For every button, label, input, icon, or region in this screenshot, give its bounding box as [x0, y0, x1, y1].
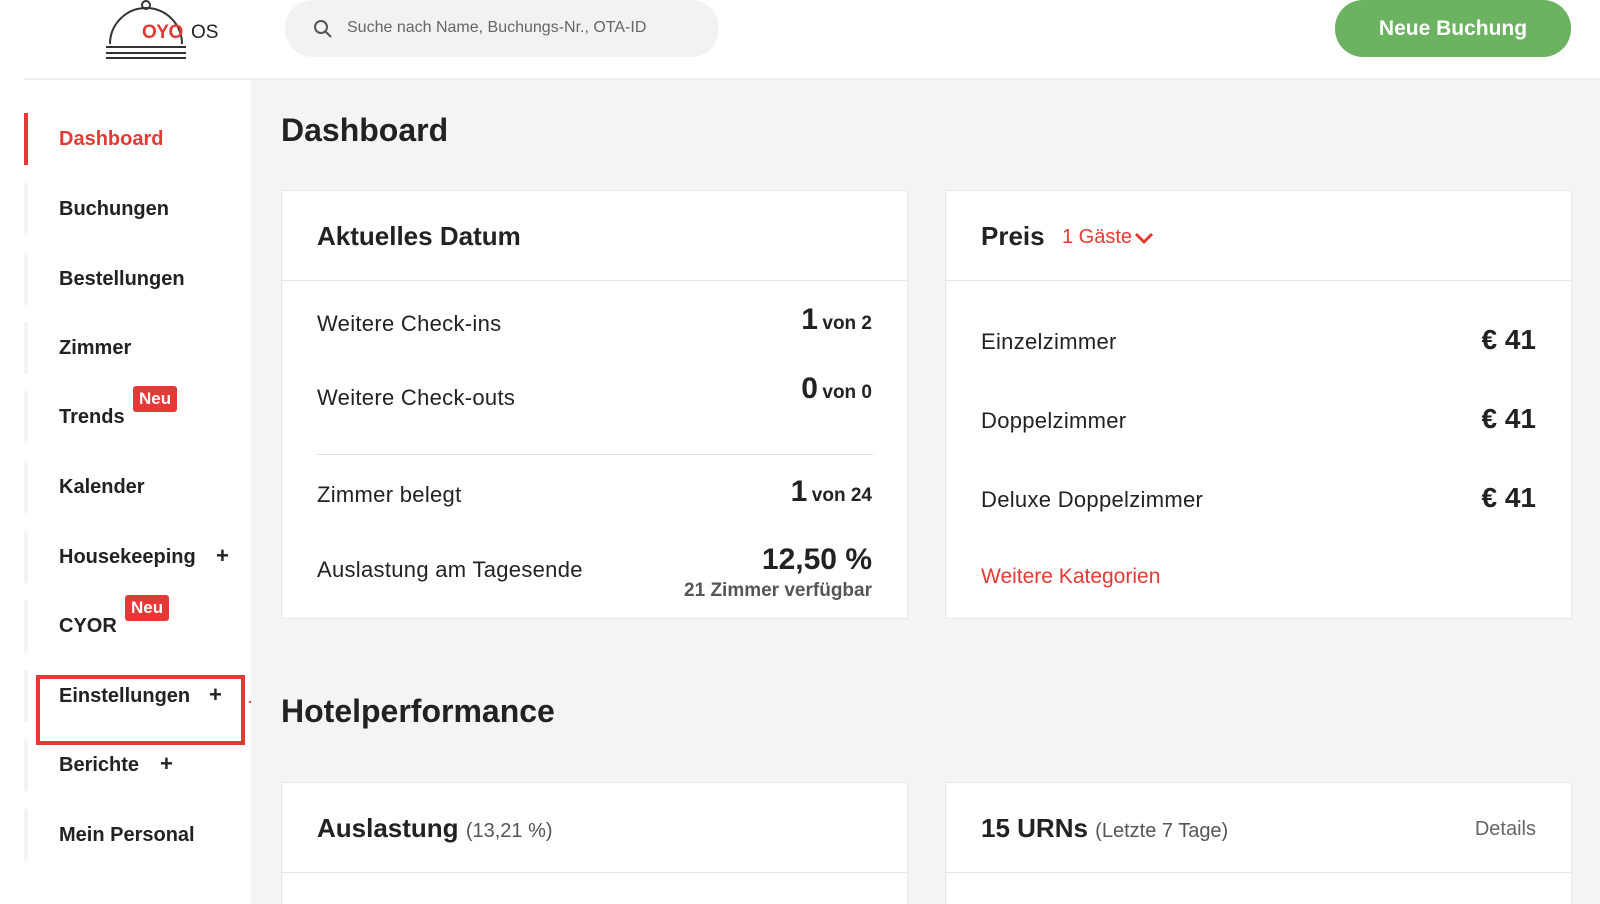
occupancy-percent: (13,21 %) — [465, 820, 553, 842]
price-value: € 41 — [1481, 482, 1537, 513]
price-card: Preis 1 Gäste Einzelzimmer € 41 Doppelzi… — [945, 190, 1572, 619]
rooms-total: von 24 — [811, 485, 872, 506]
checkouts-value: 0 von 0 — [801, 372, 872, 406]
main-content: Dashboard Aktuelles Datum Weitere Check-… — [251, 80, 1600, 904]
sidebar-item-label: Housekeeping — [59, 545, 196, 568]
logo-brand-text: OYO — [142, 22, 183, 43]
sidebar-item-calendar[interactable]: Kalender — [24, 461, 251, 513]
rooms-occupied-count: 1 — [790, 475, 808, 508]
card-title: Aktuelles Datum — [317, 221, 521, 251]
sidebar-item-label: Kalender — [59, 475, 145, 498]
more-categories-link[interactable]: Weitere Kategorien — [981, 565, 1160, 589]
new-badge: Neu — [133, 386, 178, 412]
page-title: Dashboard — [281, 112, 449, 148]
sidebar-item-rooms[interactable]: Zimmer — [24, 322, 251, 374]
checkouts-total: von 0 — [822, 382, 872, 403]
sidebar-item-label: Dashboard — [59, 127, 164, 150]
card-header: Preis 1 Gäste — [946, 191, 1571, 281]
item-indicator — [24, 183, 28, 235]
occupancy-card: Auslastung (13,21 %) — [281, 782, 908, 904]
card-header: Auslastung (13,21 %) — [282, 783, 907, 873]
top-header: OYO OS Neue Buchung — [0, 0, 1600, 80]
card-header: Aktuelles Datum — [282, 191, 907, 281]
price-row-label: Einzelzimmer — [981, 329, 1117, 354]
checkouts-label: Weitere Check-outs — [317, 385, 516, 410]
expand-icon[interactable]: + — [160, 751, 173, 777]
card-divider — [317, 454, 873, 455]
sidebar-item-trends[interactable]: Trends Neu — [24, 386, 251, 443]
rooms-occupied-label: Zimmer belegt — [317, 482, 462, 507]
details-link[interactable]: Details — [1475, 818, 1536, 841]
sidebar-item-cyor[interactable]: CYOR Neu — [24, 595, 251, 652]
sidebar-item-reports[interactable]: Berichte + — [24, 739, 251, 791]
end-of-day-occupancy-value: 12,50 % — [761, 543, 872, 576]
item-indicator — [24, 600, 28, 652]
guest-count-dropdown[interactable]: 1 Gäste — [1062, 226, 1154, 249]
item-indicator — [24, 253, 28, 305]
item-indicator — [24, 809, 28, 861]
new-badge: Neu — [125, 595, 170, 621]
end-of-day-occupancy-label: Auslastung am Tagesende — [317, 557, 583, 582]
sidebar-item-label: Trends — [59, 405, 125, 428]
checkins-label: Weitere Check-ins — [317, 311, 502, 336]
card-title: Preis — [981, 221, 1045, 251]
sidebar-item-label: Bestellungen — [59, 267, 185, 290]
occupancy-title: Auslastung — [317, 813, 459, 843]
sidebar-item-label: Berichte — [59, 753, 140, 776]
sidebar-item-dashboard[interactable]: Dashboard — [24, 113, 251, 165]
card-title: Auslastung (13,21 %) — [317, 813, 553, 844]
section-title: Hotelperformance — [281, 693, 555, 729]
price-value: € 41 — [1481, 403, 1537, 434]
card-title: 15 URNs (Letzte 7 Tage) — [981, 813, 1228, 844]
guest-count-value: 1 Gäste — [1062, 226, 1133, 248]
rooms-available-text: 21 Zimmer verfügbar — [684, 580, 872, 601]
item-indicator — [24, 739, 28, 791]
current-date-card: Aktuelles Datum Weitere Check-ins 1 von … — [281, 190, 908, 619]
oyo-os-logo[interactable]: OYO OS — [104, 0, 224, 62]
item-indicator — [24, 670, 28, 722]
highlight-box — [36, 675, 245, 745]
checkins-count: 1 — [801, 303, 818, 336]
logo-suffix-text: OS — [191, 22, 219, 43]
sidebar-item-label: Mein Personal — [59, 823, 195, 846]
rooms-occupied-value: 1 von 24 — [791, 475, 872, 509]
item-indicator — [24, 531, 28, 583]
search-icon — [314, 20, 332, 38]
chevron-down-icon — [1134, 232, 1154, 244]
checkouts-count: 0 — [801, 372, 818, 405]
sidebar-item-label: CYOR — [59, 614, 117, 637]
sidebar-item-orders[interactable]: Bestellungen — [24, 253, 251, 305]
urn-title: 15 URNs — [981, 813, 1088, 843]
item-indicator — [24, 461, 28, 513]
card-header: 15 URNs (Letzte 7 Tage) Details — [946, 783, 1571, 873]
search-input[interactable] — [347, 16, 707, 40]
urn-card: 15 URNs (Letzte 7 Tage) Details — [945, 782, 1572, 904]
price-row-label: Doppelzimmer — [981, 408, 1127, 433]
active-indicator — [24, 113, 28, 165]
sidebar-item-my-staff[interactable]: Mein Personal — [24, 809, 251, 861]
sidebar-item-label: Buchungen — [59, 197, 169, 220]
item-indicator — [24, 322, 28, 374]
new-booking-button[interactable]: Neue Buchung — [1335, 0, 1571, 57]
search-bar[interactable] — [285, 0, 719, 57]
sidebar-item-label: Zimmer — [59, 336, 132, 359]
sidebar-item-bookings[interactable]: Buchungen — [24, 183, 251, 235]
item-indicator — [24, 391, 28, 443]
sidebar-item-housekeeping[interactable]: Housekeeping + — [24, 531, 251, 583]
sidebar: Dashboard Buchungen Bestellungen Zimmer … — [24, 80, 251, 904]
checkins-total: von 2 — [822, 313, 872, 334]
expand-icon[interactable]: + — [216, 543, 229, 569]
checkins-value: 1 von 2 — [801, 303, 872, 337]
price-value: € 41 — [1481, 324, 1537, 355]
urn-period: (Letzte 7 Tage) — [1095, 820, 1229, 842]
price-row-label: Deluxe Doppelzimmer — [981, 487, 1204, 512]
